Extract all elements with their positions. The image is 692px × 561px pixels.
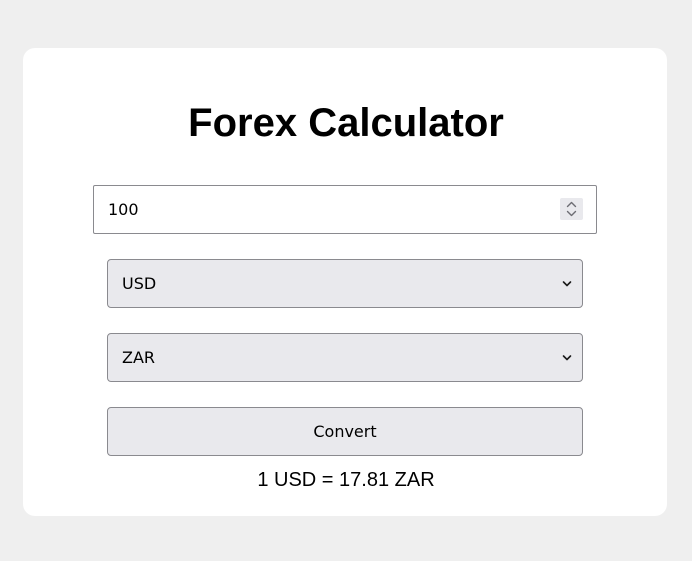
amount-value: 100 — [108, 200, 139, 219]
number-spinner-icon[interactable] — [560, 198, 583, 220]
to-currency-select[interactable]: ZAR — [107, 333, 583, 382]
chevron-down-icon — [561, 278, 573, 290]
chevron-down-icon — [561, 352, 573, 364]
convert-button[interactable]: Convert — [107, 407, 583, 456]
from-currency-value: USD — [122, 274, 157, 293]
from-currency-select[interactable]: USD — [107, 259, 583, 308]
amount-input[interactable]: 100 — [93, 185, 597, 234]
to-currency-value: ZAR — [122, 348, 156, 367]
conversion-result: 1 USD = 17.81 ZAR — [257, 469, 435, 491]
page-title: Forex Calculator — [188, 101, 504, 145]
